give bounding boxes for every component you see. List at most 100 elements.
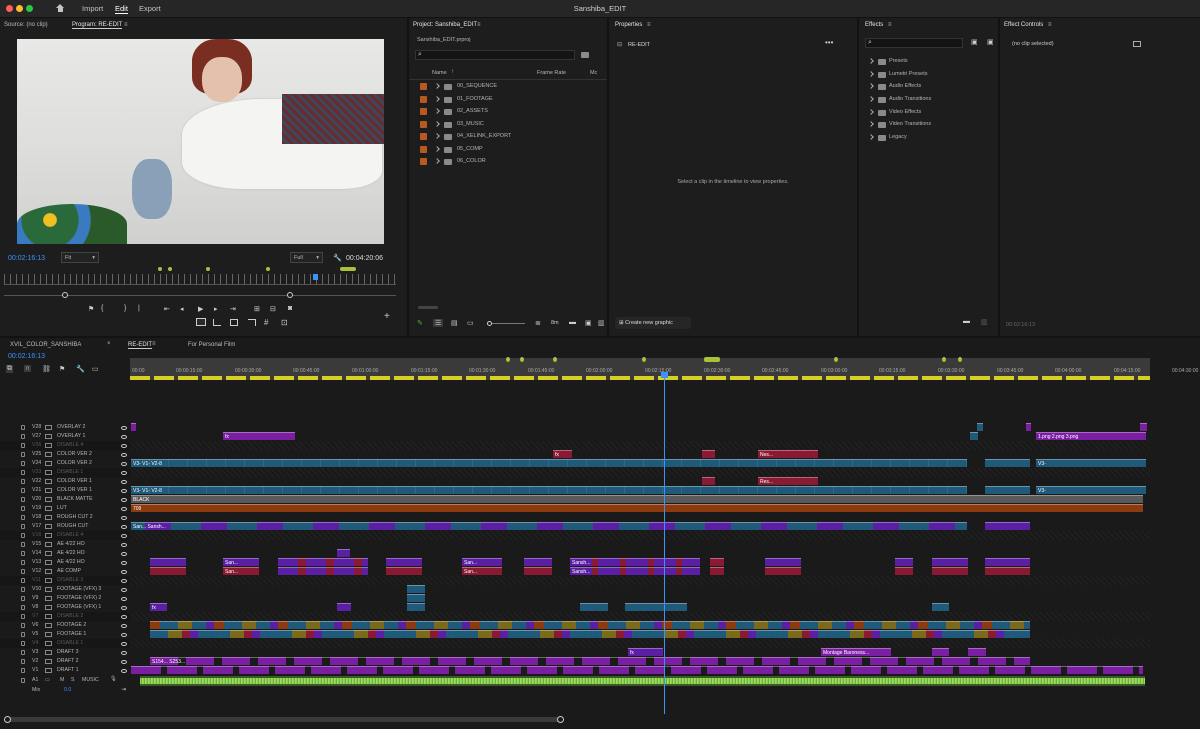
eye-icon[interactable] — [121, 570, 127, 574]
lock-icon[interactable] — [21, 560, 25, 565]
clip[interactable]: S154... S253... — [150, 657, 1030, 665]
clip[interactable] — [985, 558, 1030, 566]
playhead[interactable] — [313, 274, 318, 280]
zoom-handle-right[interactable] — [287, 292, 293, 298]
tab-effect-controls[interactable]: Effect Controls — [1004, 22, 1043, 28]
eye-icon[interactable] — [121, 642, 127, 646]
icon-view-icon[interactable]: ▤ — [451, 319, 458, 327]
eye-icon[interactable] — [121, 552, 127, 556]
timeline-timecode[interactable]: 00:02:16:13 — [8, 353, 45, 360]
mix-value[interactable]: 0.0 — [64, 687, 71, 693]
clip[interactable] — [625, 603, 687, 611]
lock-icon[interactable] — [21, 650, 25, 655]
track-header[interactable]: V5 FOOTAGE 1 — [0, 630, 130, 639]
eye-icon[interactable] — [121, 453, 127, 457]
lock-icon[interactable] — [21, 479, 25, 484]
timeline-marker[interactable] — [506, 357, 510, 362]
tab-properties[interactable]: Properties — [615, 22, 642, 28]
out-point-icon[interactable]: } — [124, 305, 126, 312]
track-header[interactable]: V8 FOOTAGE (VFX) 1 — [0, 603, 130, 612]
label-color-swatch[interactable] — [420, 133, 427, 140]
clip[interactable] — [985, 459, 1030, 467]
lock-icon[interactable] — [21, 461, 25, 466]
menu-lines-icon[interactable]: ≡ — [647, 22, 651, 28]
track-header[interactable]: V7 DISABLE 2 — [0, 612, 130, 621]
bin-row[interactable]: 03_MUSIC — [420, 119, 595, 131]
clip[interactable]: San... — [462, 558, 502, 566]
eye-icon[interactable] — [121, 444, 127, 448]
track-header[interactable]: V27 OVERLAY 1 — [0, 432, 130, 441]
timeline-marker[interactable] — [553, 357, 557, 362]
lock-icon[interactable] — [21, 614, 25, 619]
timeline-marker[interactable] — [942, 357, 946, 362]
bin-row[interactable]: 06_COLOR — [420, 156, 595, 168]
lock-icon[interactable] — [21, 542, 25, 547]
clip[interactable]: V3- V1- V2-8 — [131, 459, 967, 467]
clip[interactable] — [150, 621, 1030, 629]
clip[interactable] — [1140, 423, 1147, 431]
clip[interactable] — [932, 603, 949, 611]
freeform-view-icon[interactable]: ▭ — [467, 319, 474, 327]
lock-icon[interactable] — [21, 524, 25, 529]
clip[interactable]: fx — [223, 432, 295, 440]
clip[interactable] — [150, 567, 186, 575]
project-search-input[interactable]: ⌕ — [415, 50, 575, 60]
clip[interactable] — [932, 558, 968, 566]
menu-lines-icon[interactable]: ≡ — [888, 22, 892, 28]
label-color-swatch[interactable] — [420, 108, 427, 115]
tab-program[interactable]: Program: RE-EDIT — [72, 22, 123, 29]
track-header[interactable]: V10 FOOTAGE (VFX) 3 — [0, 585, 130, 594]
mix-arrow-icon[interactable]: ⇥ — [121, 686, 126, 693]
clip[interactable] — [580, 603, 608, 611]
timeline-marker[interactable] — [958, 357, 962, 362]
tab-project[interactable]: Project: Sanshiba_EDIT — [413, 22, 477, 28]
column-frame-rate[interactable]: Frame Rate — [537, 70, 566, 76]
film-icon[interactable] — [45, 515, 52, 520]
clip[interactable]: V3- — [1036, 459, 1146, 467]
lock-icon[interactable] — [21, 443, 25, 448]
list-view-icon[interactable]: ☰ — [433, 319, 444, 327]
pencil-icon[interactable]: ✎ — [417, 319, 423, 327]
clip[interactable] — [524, 558, 552, 566]
film-icon[interactable] — [45, 497, 52, 502]
film-icon[interactable] — [45, 470, 52, 475]
eye-icon[interactable] — [121, 597, 127, 601]
clip[interactable] — [985, 567, 1030, 575]
film-icon[interactable] — [45, 452, 52, 457]
tab-effects[interactable]: Effects — [865, 22, 883, 28]
film-icon[interactable] — [45, 461, 52, 466]
new-item-icon[interactable]: ▣ — [585, 319, 592, 327]
column-media[interactable]: Mc — [590, 70, 597, 76]
lock-icon[interactable] — [21, 506, 25, 511]
clip[interactable]: V3- — [1036, 486, 1146, 494]
wrench-icon[interactable]: 🔧 — [333, 254, 342, 262]
timeline-marker[interactable] — [834, 357, 838, 362]
eye-icon[interactable] — [121, 588, 127, 592]
clip[interactable]: 1.png 2.png 3.png — [1036, 432, 1146, 440]
more-options-icon[interactable]: ••• — [825, 38, 833, 47]
film-icon[interactable] — [45, 632, 52, 637]
clip[interactable] — [702, 477, 715, 485]
lock-icon[interactable] — [21, 488, 25, 493]
program-scrubber[interactable] — [4, 274, 396, 285]
clip[interactable] — [710, 558, 724, 566]
audio-track-header[interactable]: A1 ▭ M S MUSIC 🎙 — [0, 676, 130, 686]
audio-clip[interactable] — [140, 676, 1145, 686]
bin-row[interactable]: 05_COMP — [420, 144, 595, 156]
label-color-swatch[interactable] — [420, 146, 427, 153]
track-header[interactable]: V28 OVERLAY 2 — [0, 423, 130, 432]
fit-dropdown[interactable]: Fit ▾ — [61, 252, 99, 263]
insert-icon[interactable]: ⊞ — [254, 305, 260, 313]
film-icon[interactable] — [45, 569, 52, 574]
column-name[interactable]: Name — [432, 70, 447, 76]
playhead-handle[interactable] — [661, 372, 668, 378]
eye-icon[interactable] — [121, 669, 127, 673]
film-icon[interactable] — [45, 551, 52, 556]
clip[interactable]: Nes... — [758, 450, 818, 458]
clip[interactable] — [407, 585, 425, 593]
linked-selection-icon[interactable]: ⛓ — [42, 365, 51, 373]
film-icon[interactable] — [45, 614, 52, 619]
timeline-marker[interactable] — [642, 357, 646, 362]
track-header[interactable]: V22 COLOR VER 1 — [0, 477, 130, 486]
clip[interactable] — [278, 558, 368, 566]
